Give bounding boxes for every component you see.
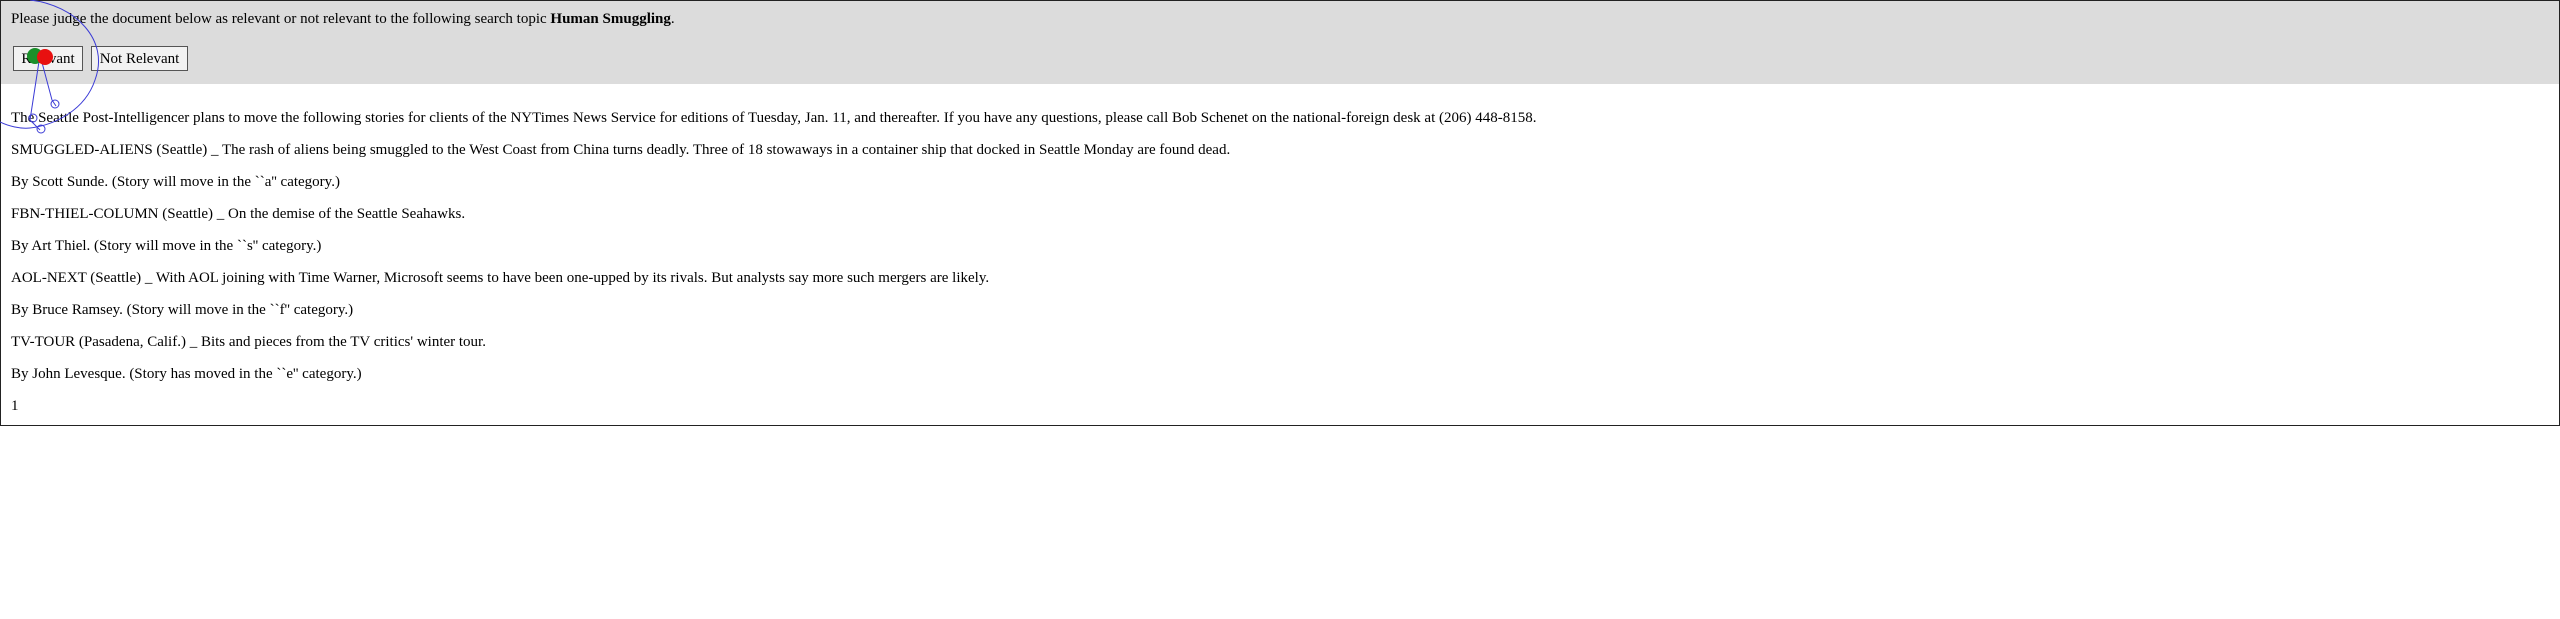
document-line: The Seattle Post-Intelligencer plans to … [11, 110, 1537, 126]
document-line: By Bruce Ramsey. (Story will move in the… [11, 302, 354, 318]
instruction-text: Please judge the document below as relev… [11, 10, 675, 28]
relevant-button[interactable]: Relevant [13, 46, 83, 71]
not-relevant-button[interactable]: Not Relevant [91, 46, 188, 71]
document-line: By Scott Sunde. (Story will move in the … [11, 174, 340, 190]
search-topic: Human Smuggling [550, 11, 671, 27]
document-line: FBN-THIEL-COLUMN (Seattle) _ On the demi… [11, 206, 466, 222]
document-line: By John Levesque. (Story has moved in th… [11, 366, 362, 382]
document-line: TV-TOUR (Pasadena, Calif.) _ Bits and pi… [11, 334, 486, 350]
page-number: 1 [11, 398, 19, 414]
instruction-prefix: Please judge the document below as relev… [11, 11, 551, 27]
document-panel: The Seattle Post-Intelligencer plans to … [0, 84, 2560, 426]
document-line: By Art Thiel. (Story will move in the ``… [11, 238, 322, 254]
instruction-suffix: . [670, 11, 675, 27]
document-line: SMUGGLED-ALIENS (Seattle) _ The rash of … [11, 142, 1231, 158]
document-line: AOL-NEXT (Seattle) _ With AOL joining wi… [11, 270, 990, 286]
judgment-toolbar: Please judge the document below as relev… [0, 0, 2560, 85]
